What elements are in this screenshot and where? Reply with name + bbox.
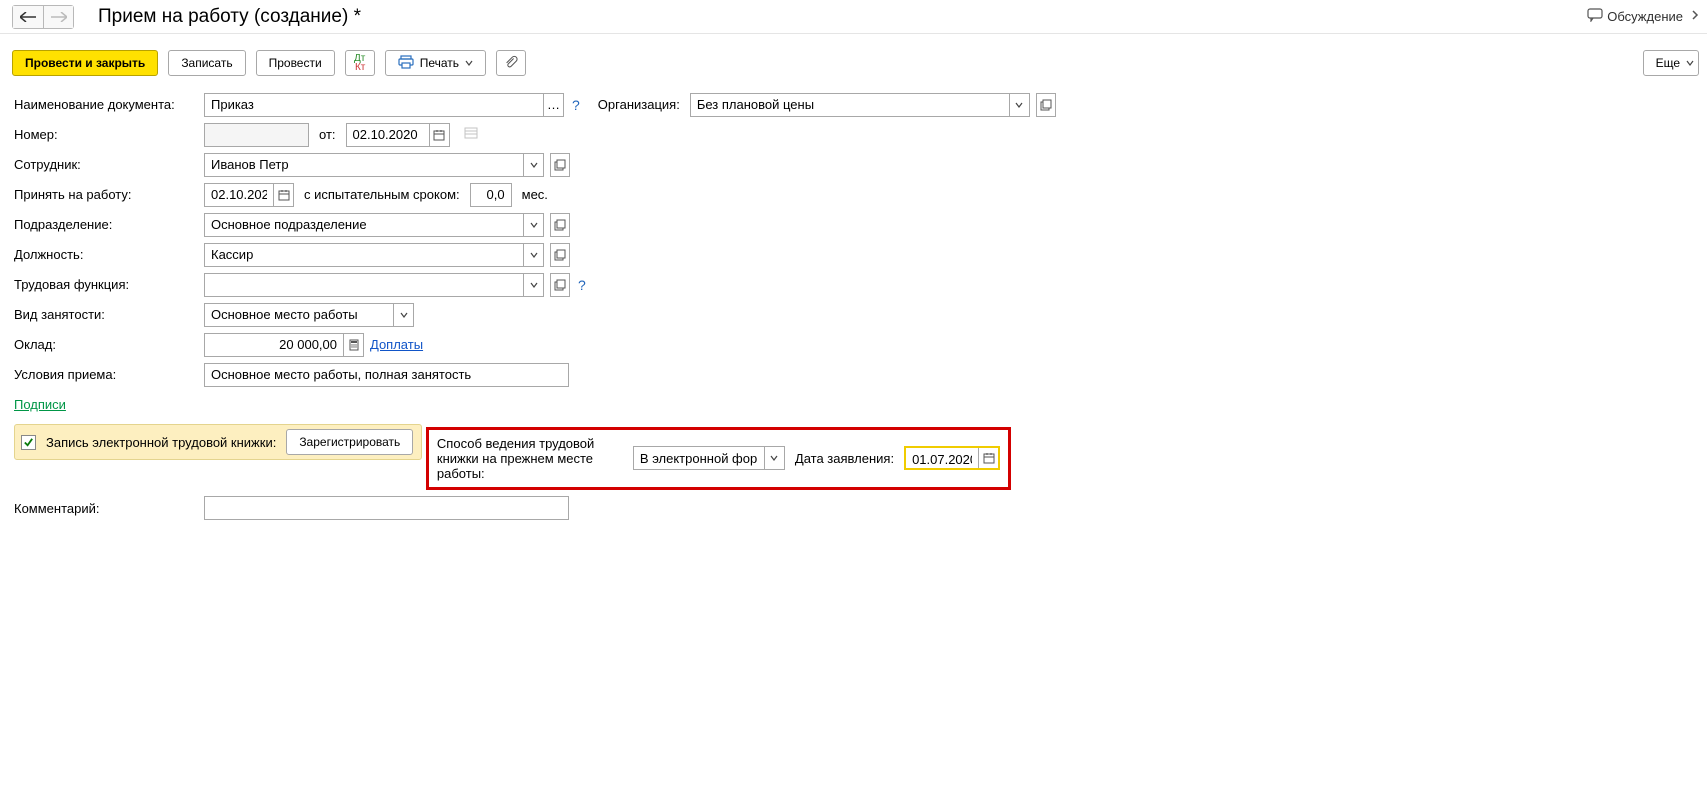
post-and-close-button[interactable]: Провести и закрыть xyxy=(12,50,158,76)
number-input-group xyxy=(204,123,309,147)
labor-function-input[interactable] xyxy=(205,274,523,296)
position-open-button[interactable] xyxy=(550,243,570,267)
print-label: Печать xyxy=(420,56,459,70)
employment-type-dropdown-button[interactable] xyxy=(393,304,413,326)
conditions-input-group xyxy=(204,363,569,387)
org-label: Организация: xyxy=(594,97,684,112)
hire-date-input[interactable] xyxy=(205,184,273,206)
page-title: Прием на работу (создание) * xyxy=(98,6,361,28)
department-input-group xyxy=(204,213,544,237)
probation-input-group xyxy=(470,183,512,207)
attachments-button[interactable] xyxy=(496,50,526,76)
more-label: Еще xyxy=(1656,56,1680,70)
department-open-button[interactable] xyxy=(550,213,570,237)
app-date-input-group xyxy=(904,446,1000,470)
chat-icon xyxy=(1587,8,1603,25)
department-label: Подразделение: xyxy=(14,217,204,232)
extras-link[interactable]: Доплаты xyxy=(370,337,423,352)
help-icon[interactable]: ? xyxy=(576,277,586,293)
org-input[interactable] xyxy=(691,94,1009,116)
conditions-input[interactable] xyxy=(205,364,568,386)
etk-checkbox[interactable] xyxy=(21,435,36,450)
book-method-input-group xyxy=(633,446,785,470)
months-label: мес. xyxy=(518,187,552,202)
nav-back-button[interactable] xyxy=(13,6,43,28)
labor-function-dropdown-button[interactable] xyxy=(523,274,543,296)
comment-input[interactable] xyxy=(205,497,568,519)
number-input[interactable] xyxy=(205,124,308,146)
number-label: Номер: xyxy=(14,127,204,142)
employee-dropdown-button[interactable] xyxy=(523,154,543,176)
employment-type-input[interactable] xyxy=(205,304,393,326)
position-input[interactable] xyxy=(205,244,523,266)
highlight-box: Способ ведения трудовой книжки на прежне… xyxy=(426,427,1011,490)
app-date-input[interactable] xyxy=(906,448,978,470)
date-calendar-button[interactable] xyxy=(429,124,449,146)
org-input-group xyxy=(690,93,1030,117)
position-label: Должность: xyxy=(14,247,204,262)
department-input[interactable] xyxy=(205,214,523,236)
position-input-group xyxy=(204,243,544,267)
form: Наименование документа: … ? Организация:… xyxy=(0,86,1707,523)
history-icon[interactable] xyxy=(464,126,478,143)
window-header: Прием на работу (создание) * Обсуждение xyxy=(0,0,1707,34)
date-input-group xyxy=(346,123,450,147)
salary-calc-button[interactable] xyxy=(343,334,363,356)
probation-input[interactable] xyxy=(471,184,511,206)
salary-input-group xyxy=(204,333,364,357)
book-method-input[interactable] xyxy=(634,447,764,469)
employee-input-group xyxy=(204,153,544,177)
employee-label: Сотрудник: xyxy=(14,157,204,172)
etk-panel: Запись электронной трудовой книжки: Заре… xyxy=(14,424,422,460)
org-open-button[interactable] xyxy=(1036,93,1056,117)
printer-icon xyxy=(398,55,414,72)
post-button[interactable]: Провести xyxy=(256,50,335,76)
save-button[interactable]: Записать xyxy=(168,50,245,76)
print-button[interactable]: Печать xyxy=(385,50,486,76)
hire-date-label: Принять на работу: xyxy=(14,187,204,202)
help-icon[interactable]: ? xyxy=(570,97,580,113)
book-method-dropdown-button[interactable] xyxy=(764,447,784,469)
doc-name-browse-button[interactable]: … xyxy=(543,94,563,116)
app-date-label: Дата заявления: xyxy=(791,451,898,466)
register-button[interactable]: Зарегистрировать xyxy=(286,429,413,455)
position-dropdown-button[interactable] xyxy=(523,244,543,266)
dtkt-icon: ДтКт xyxy=(354,54,365,72)
nav-forward-button[interactable] xyxy=(43,6,73,28)
app-date-calendar-button[interactable] xyxy=(978,448,998,468)
labor-function-open-button[interactable] xyxy=(550,273,570,297)
comment-label: Комментарий: xyxy=(14,501,204,516)
etk-label: Запись электронной трудовой книжки: xyxy=(46,435,276,450)
org-dropdown-button[interactable] xyxy=(1009,94,1029,116)
employee-open-button[interactable] xyxy=(550,153,570,177)
discuss-button[interactable]: Обсуждение xyxy=(1587,8,1683,25)
dtkt-button[interactable]: ДтКт xyxy=(345,50,375,76)
doc-name-label: Наименование документа: xyxy=(14,97,204,112)
paperclip-icon xyxy=(504,55,518,72)
conditions-label: Условия приема: xyxy=(14,367,204,382)
toolbar: Провести и закрыть Записать Провести ДтК… xyxy=(0,34,1707,86)
discuss-label: Обсуждение xyxy=(1607,9,1683,24)
nav-buttons xyxy=(12,5,74,29)
from-label: от: xyxy=(315,127,340,142)
comment-input-group xyxy=(204,496,569,520)
doc-name-input-group: … xyxy=(204,93,564,117)
department-dropdown-button[interactable] xyxy=(523,214,543,236)
more-button[interactable]: Еще xyxy=(1643,50,1699,76)
employment-type-input-group xyxy=(204,303,414,327)
hire-date-calendar-button[interactable] xyxy=(273,184,293,206)
employee-input[interactable] xyxy=(205,154,523,176)
salary-input[interactable] xyxy=(205,334,343,356)
discuss-caret-icon[interactable] xyxy=(1691,9,1699,24)
salary-label: Оклад: xyxy=(14,337,204,352)
book-method-label: Способ ведения трудовой книжки на прежне… xyxy=(437,436,627,481)
employment-type-label: Вид занятости: xyxy=(14,307,204,322)
date-input[interactable] xyxy=(347,124,429,146)
signatures-link[interactable]: Подписи xyxy=(14,397,66,412)
hire-date-input-group xyxy=(204,183,294,207)
probation-label: с испытательным сроком: xyxy=(300,187,464,202)
labor-function-label: Трудовая функция: xyxy=(14,277,204,292)
labor-function-input-group xyxy=(204,273,544,297)
doc-name-input[interactable] xyxy=(205,94,543,116)
